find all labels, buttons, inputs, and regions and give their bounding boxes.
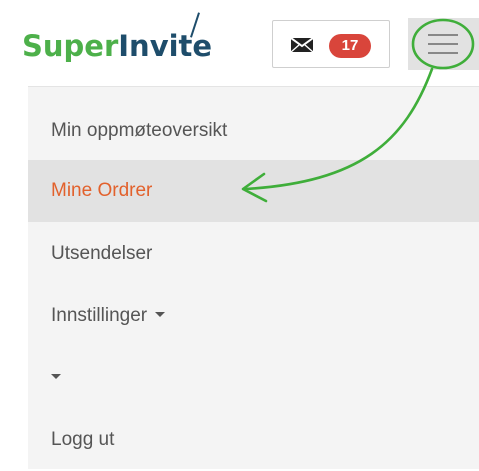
logo-text-super: Super [22, 29, 119, 63]
nav-item-settings[interactable]: Innstillinger [28, 285, 479, 347]
hamburger-icon-bar-top [428, 34, 458, 36]
nav-item-mailings[interactable]: Utsendelser [28, 223, 479, 285]
nav-menu: Min oppmøteoversikt Mine Ordrer Utsendel… [28, 86, 479, 469]
superinvite-logo[interactable]: SuperInvite [22, 12, 213, 66]
hamburger-icon-bar-bottom [428, 52, 458, 54]
nav-item-dropdown[interactable] [28, 347, 479, 409]
header: SuperInvite 17 [0, 0, 479, 86]
nav-item-label: Utsendelser [51, 243, 153, 264]
messages-button[interactable]: 17 [272, 20, 390, 68]
envelope-icon [291, 37, 313, 53]
nav-item-my-orders[interactable]: Mine Ordrer [28, 160, 479, 222]
nav-item-logout[interactable]: Logg ut [28, 409, 479, 471]
nav-item-attendance-overview[interactable]: Min oppmøteoversikt [28, 100, 479, 162]
logo-text-invite: Invite [118, 29, 213, 63]
menu-toggle-button[interactable] [408, 18, 479, 70]
unread-count-badge: 17 [329, 34, 371, 58]
caret-down-icon [51, 374, 61, 380]
nav-item-label: Mine Ordrer [51, 180, 153, 201]
nav-item-label: Innstillinger [51, 305, 148, 326]
nav-item-label: Logg ut [51, 429, 115, 450]
nav-item-label: Min oppmøteoversikt [51, 120, 228, 141]
caret-down-icon [155, 312, 166, 318]
hamburger-icon-bar-middle [428, 43, 458, 45]
